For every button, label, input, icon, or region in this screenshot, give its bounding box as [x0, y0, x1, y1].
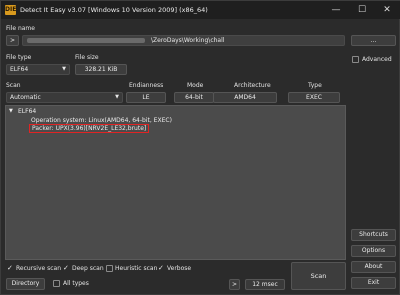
- elapsed-time: 12 msec: [245, 279, 285, 290]
- file-type-select[interactable]: ELF64 ▼: [6, 64, 70, 75]
- endianness-label: Endianness: [129, 82, 164, 89]
- all-types-checkbox[interactable]: [53, 280, 60, 287]
- file-name-label: File name: [6, 25, 35, 32]
- shortcuts-button[interactable]: Shortcuts: [351, 229, 396, 241]
- architecture-value: AMD64: [213, 92, 277, 103]
- chevron-down-icon: ▼: [62, 66, 66, 72]
- file-size-label: File size: [75, 54, 99, 61]
- log-arrow-button[interactable]: >: [229, 279, 240, 290]
- file-type-label: File type: [6, 54, 32, 61]
- deep-scan-label: Deep scan: [72, 265, 104, 272]
- recursive-scan-label: Recursive scan: [16, 265, 62, 272]
- app-icon: DIE: [5, 5, 17, 15]
- mode-value: 64-bit: [174, 92, 214, 103]
- advanced-label: Advanced: [362, 56, 392, 63]
- scan-select[interactable]: Automatic ▼: [6, 92, 123, 103]
- expand-arrow-icon[interactable]: ▼: [9, 108, 13, 114]
- close-icon[interactable]: ✕: [374, 1, 400, 19]
- about-button[interactable]: About: [351, 261, 396, 273]
- verbose-checkbox[interactable]: ✓: [158, 265, 164, 272]
- browse-button[interactable]: ...: [351, 35, 396, 46]
- main-window: DIE Detect It Easy v3.07 [Windows 10 Ver…: [0, 0, 400, 295]
- tree-root-elf64[interactable]: ELF64: [18, 108, 36, 115]
- chevron-down-icon: ▼: [115, 94, 119, 100]
- exit-button[interactable]: Exit: [351, 277, 396, 289]
- mode-label: Mode: [187, 82, 204, 89]
- recursive-scan-checkbox[interactable]: ✓: [7, 265, 13, 272]
- maximize-icon[interactable]: ☐: [349, 1, 375, 19]
- minimize-icon[interactable]: —: [323, 1, 349, 19]
- scan-button[interactable]: Scan: [291, 262, 346, 290]
- options-button[interactable]: Options: [351, 245, 396, 257]
- redacted-path-segment: [27, 38, 145, 43]
- type-value: EXEC: [288, 92, 340, 103]
- scan-value: Automatic: [10, 94, 41, 101]
- file-type-value: ELF64: [10, 66, 29, 73]
- tree-item-packer[interactable]: Packer: UPX(3.96)[NRV2E_LE32,brute]: [29, 124, 150, 133]
- scan-label: Scan: [6, 82, 21, 89]
- window-title: Detect It Easy v3.07 [Windows 10 Version…: [20, 6, 208, 14]
- endianness-value: LE: [126, 92, 166, 103]
- title-bar: DIE Detect It Easy v3.07 [Windows 10 Ver…: [1, 1, 400, 19]
- all-types-label: All types: [63, 280, 89, 287]
- file-path-text: \ZeroDays\Working\chall: [151, 37, 225, 44]
- file-name-arrow-button[interactable]: >: [6, 35, 19, 46]
- file-name-field[interactable]: \ZeroDays\Working\chall: [22, 35, 345, 46]
- file-size-value: 328.21 KiB: [75, 64, 127, 75]
- tree-item-operation-system[interactable]: Operation system: Linux(AMD64, 64-bit, E…: [31, 117, 172, 124]
- architecture-label: Architecture: [234, 82, 271, 89]
- heuristic-scan-checkbox[interactable]: [106, 265, 113, 272]
- scan-result-tree[interactable]: ▼ ELF64 Operation system: Linux(AMD64, 6…: [5, 105, 346, 260]
- directory-button[interactable]: Directory: [6, 278, 45, 290]
- type-label: Type: [308, 82, 322, 89]
- advanced-checkbox[interactable]: [352, 56, 359, 63]
- deep-scan-checkbox[interactable]: ✓: [63, 265, 69, 272]
- heuristic-scan-label: Heuristic scan: [115, 265, 158, 272]
- verbose-label: Verbose: [167, 265, 192, 272]
